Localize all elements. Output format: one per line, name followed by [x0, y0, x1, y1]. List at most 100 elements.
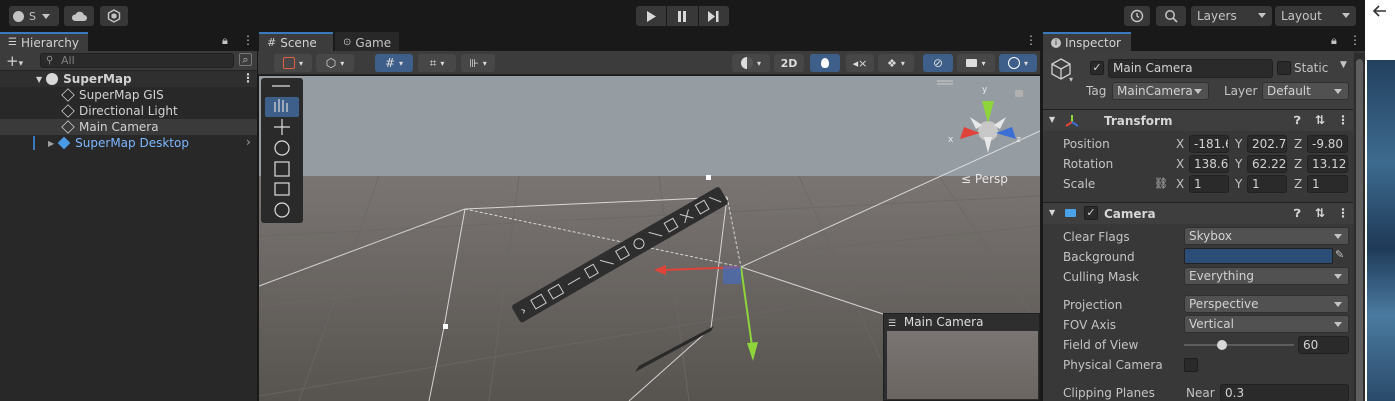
culling-mask-dropdown[interactable]: Everything [1184, 267, 1349, 285]
fov-field[interactable]: 60 [1298, 336, 1349, 354]
more-options-icon[interactable]: ⋮ [1349, 33, 1361, 47]
tab-hierarchy[interactable]: ☰ Hierarchy [0, 32, 88, 51]
more-options-icon[interactable]: ⋮ [1025, 33, 1037, 47]
playback-controls [636, 6, 730, 26]
position-x-field[interactable]: -181.6 [1189, 135, 1229, 153]
scale-z-field[interactable]: 1 [1307, 175, 1348, 193]
chevron-down-icon[interactable]: ▼ [1340, 60, 1347, 70]
rotation-x-field[interactable]: 138.64 [1189, 155, 1229, 173]
mute-icon: ◂× [852, 56, 868, 70]
lighting-toggle[interactable] [810, 54, 840, 72]
hierarchy-item-prefab[interactable]: ▶ SuperMap Desktop › [0, 135, 257, 151]
lock-icon[interactable]: 🔒︎ [1331, 34, 1337, 48]
collab-button[interactable] [100, 6, 128, 26]
clear-flags-dropdown[interactable]: Skybox [1184, 227, 1349, 245]
physical-camera-label: Physical Camera [1063, 358, 1163, 372]
tab-game[interactable]: ⊙ Game [335, 32, 399, 51]
effects-dropdown[interactable]: ❖ ▾ [878, 54, 914, 72]
hierarchy-item[interactable]: Directional Light [0, 103, 257, 119]
filter-scene-icon[interactable]: ⌕ [239, 53, 252, 66]
expand-arrow-icon[interactable]: ▼ [1049, 208, 1055, 217]
axis-y-label: Y [1235, 177, 1243, 191]
layers-dropdown[interactable]: Layers [1191, 6, 1272, 26]
near-field[interactable]: 0.3 [1220, 384, 1349, 401]
transform-icon [1065, 115, 1079, 127]
fov-slider-thumb[interactable] [1217, 340, 1227, 350]
gizmos-dropdown[interactable]: ▾ [999, 54, 1037, 72]
grid-snap-button[interactable]: # ▾ [375, 54, 413, 72]
physical-camera-checkbox[interactable] [1184, 358, 1198, 372]
fov-axis-dropdown[interactable]: Vertical [1184, 315, 1349, 333]
cloud-button[interactable] [64, 6, 94, 26]
position-y-field[interactable]: 202.78 [1247, 135, 1287, 153]
scene-viewport[interactable]: › y x z ≤ Persp ☰ Main Camera [259, 76, 1040, 401]
hierarchy-item[interactable]: SuperMap GIS [0, 87, 257, 103]
shading-dropdown[interactable]: ▾ [732, 54, 770, 72]
camera-header[interactable]: ▼ ✓ Camera ❓︎ ⇅ ⋮ [1043, 202, 1353, 224]
culling-mask-value: Everything [1189, 269, 1254, 283]
undo-history-button[interactable] [1124, 6, 1150, 26]
scale-y-field[interactable]: 1 [1247, 175, 1287, 193]
fov-axis-label: FOV Axis [1063, 318, 1117, 332]
step-button[interactable] [698, 6, 729, 26]
projection-toggle[interactable]: ≤ Persp [961, 172, 1008, 186]
add-button[interactable]: +▾ [6, 52, 23, 70]
draw-mode-dropdown[interactable]: ▾ [274, 54, 312, 72]
pause-button[interactable] [667, 6, 698, 26]
eyedropper-icon[interactable]: ✎ [1335, 248, 1344, 261]
ruler-button[interactable]: ⊪ ▾ [461, 54, 495, 72]
link-off-icon[interactable]: ⛓︎ [1154, 177, 1168, 190]
audio-toggle[interactable]: ◂× [846, 54, 874, 72]
toggle-2d-button[interactable]: 2D [774, 54, 804, 72]
presets-icon[interactable]: ⇅ [1315, 113, 1325, 127]
tag-dropdown[interactable]: MainCamera [1112, 82, 1209, 100]
unity-editor: S Layers Layout ☰ Hierarchy 🔒︎ ⋮ +▾ ⚲ Al… [0, 0, 1395, 401]
camera-enabled-checkbox[interactable]: ✓ [1084, 206, 1098, 220]
object-name-field[interactable]: Main Camera [1108, 59, 1273, 78]
increment-snap-button[interactable]: ⌗ ▾ [418, 54, 456, 72]
chevron-down-icon[interactable]: ▾ [1069, 75, 1073, 84]
transform-header[interactable]: ▼ Transform ❓︎ ⇅ ⋮ [1043, 109, 1353, 131]
rotation-z-field[interactable]: 13.121 [1307, 155, 1348, 173]
render-mode-dropdown[interactable]: ⬡ ▾ [316, 54, 354, 72]
scale-x-field[interactable]: 1 [1189, 175, 1229, 193]
rotation-y-field[interactable]: 62.229 [1247, 155, 1287, 173]
static-checkbox[interactable] [1277, 61, 1291, 75]
presets-icon[interactable]: ⇅ [1315, 206, 1325, 220]
background-color-field[interactable] [1184, 248, 1333, 264]
more-options-icon[interactable]: ⋮ [1337, 113, 1349, 127]
account-dropdown[interactable]: S [9, 6, 59, 26]
layout-dropdown[interactable]: Layout [1275, 6, 1356, 26]
inspector-panel: i Inspector 🔒︎ ⋮ ▾ ✓ Main Camera Static … [1043, 31, 1365, 401]
more-options-icon[interactable]: ⋮ [242, 33, 254, 47]
chevron-right-icon[interactable]: › [246, 135, 251, 149]
help-icon[interactable]: ❓︎ [1294, 114, 1301, 128]
camera-preview[interactable]: ☰ Main Camera [883, 313, 1040, 401]
expand-arrow-icon[interactable]: ▶ [48, 139, 54, 148]
visibility-toggle[interactable]: ⊘ [923, 54, 953, 72]
back-arrow-icon[interactable] [1371, 3, 1387, 19]
scrollbar-thumb[interactable] [1356, 59, 1363, 401]
hierarchy-search-input[interactable]: ⚲ All [40, 53, 234, 68]
expand-arrow-icon[interactable]: ▼ [1049, 115, 1055, 124]
tab-scene[interactable]: # Scene [259, 32, 333, 51]
scene-root-item[interactable]: ▼ SuperMap ⋮ [0, 71, 257, 87]
more-options-icon[interactable]: ⋮ [242, 71, 254, 85]
help-icon[interactable]: ❓︎ [1294, 207, 1301, 221]
search-button[interactable] [1156, 6, 1186, 26]
layer-dropdown[interactable]: Default [1262, 82, 1349, 100]
hierarchy-item-selected[interactable]: Main Camera [0, 119, 257, 135]
position-z-field[interactable]: -9.80 [1307, 135, 1348, 153]
projection-dropdown[interactable]: Perspective [1184, 295, 1349, 313]
tab-inspector[interactable]: i Inspector [1043, 32, 1131, 51]
expand-arrow-icon[interactable]: ▼ [36, 75, 42, 84]
inspector-scrollbar[interactable] [1354, 53, 1365, 401]
play-button[interactable] [636, 6, 667, 26]
lock-icon[interactable]: 🔒︎ [222, 34, 228, 48]
active-checkbox[interactable]: ✓ [1090, 61, 1104, 75]
fov-slider[interactable] [1184, 336, 1294, 354]
camera-dropdown[interactable]: ▾ [957, 54, 995, 72]
tab-label: Inspector [1065, 35, 1121, 50]
more-options-icon[interactable]: ⋮ [1337, 206, 1349, 220]
camera-title: Camera [1104, 207, 1156, 221]
